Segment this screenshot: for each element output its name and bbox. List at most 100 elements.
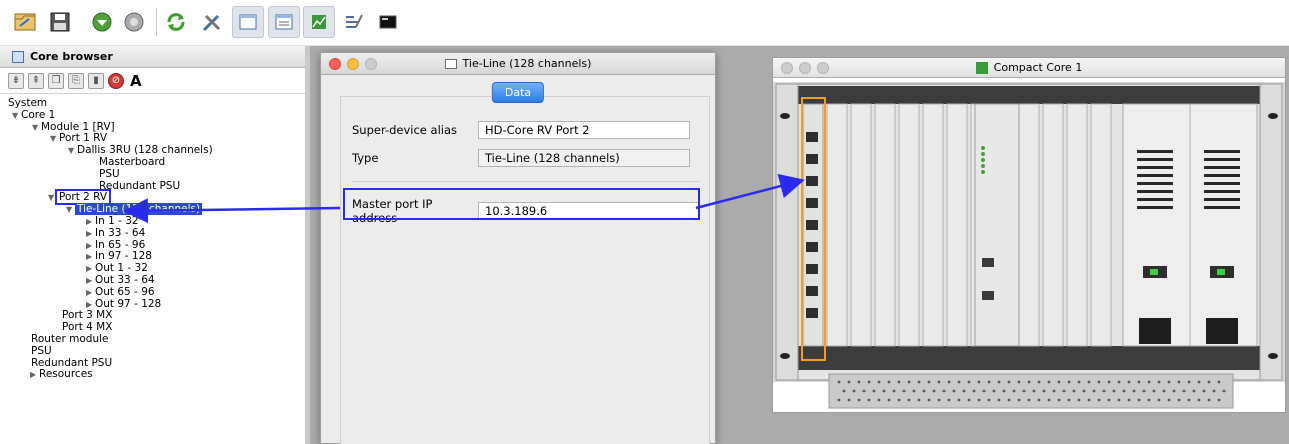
ip-highlight-box <box>343 188 700 220</box>
stop-icon[interactable]: ⊘ <box>108 72 124 89</box>
browser-toolbar: ⇟ ⇞ ❐ ⎘ ▮ ⊘ A <box>0 68 305 94</box>
disclosure-open-icon[interactable]: ▼ <box>48 192 57 204</box>
disclosure-closed-icon[interactable]: ▶ <box>86 263 95 275</box>
window-title: Compact Core 1 <box>993 61 1083 74</box>
tree-item-redundant-psu[interactable]: Redundant PSU <box>0 179 305 193</box>
type-row: Type Tie-Line (128 channels) <box>352 149 690 167</box>
tree-item-resources[interactable]: ▶ Resources <box>0 368 305 381</box>
tree-label: Out 1 - 32 <box>95 262 148 275</box>
core-browser-title: Core browser <box>30 50 113 63</box>
window-titlebar[interactable]: Compact Core 1 <box>773 58 1285 78</box>
tree-item-in65[interactable]: ▶ In 65 - 96 <box>0 238 305 252</box>
disclosure-open-icon[interactable]: ▼ <box>12 110 21 122</box>
type-label: Type <box>352 151 379 165</box>
device-tree: System ▼ Core 1 ▼ Module 1 [RV] ▼ Port 1 RV… <box>0 97 305 381</box>
close-icon[interactable] <box>781 62 793 74</box>
paste-icon[interactable]: ⎘ <box>68 72 84 89</box>
expand-all-icon[interactable]: ⇞ <box>28 72 44 89</box>
zoom-icon[interactable] <box>817 62 829 74</box>
open-icon[interactable] <box>10 6 42 38</box>
alias-row: Super-device alias HD-Core RV Port 2 <box>352 121 690 139</box>
tree-label: In 33 - 64 <box>95 226 146 239</box>
disclosure-open-icon[interactable]: ▼ <box>32 122 41 134</box>
tree-label: Redundant PSU <box>31 356 113 369</box>
disclosure-closed-icon[interactable]: ▶ <box>86 216 95 228</box>
alias-label: Super-device alias <box>352 123 458 137</box>
terminal-icon[interactable] <box>372 6 404 38</box>
tree-item-tieline[interactable]: ▼ Tie-Line (128 channels) <box>0 203 305 216</box>
disclosure-closed-icon[interactable]: ▶ <box>86 287 95 299</box>
tieline-window: Tie-Line (128 channels) Super-device ali… <box>320 52 716 444</box>
tree-label: Module 1 [RV] <box>41 120 115 133</box>
toolbar-separator <box>156 8 157 36</box>
disclosure-closed-icon[interactable]: ▶ <box>86 240 95 252</box>
tree-label: Core 1 <box>21 108 56 121</box>
tree-label: Out 33 - 64 <box>95 273 155 286</box>
trash-icon[interactable]: ▮ <box>88 72 104 89</box>
save-icon[interactable] <box>44 6 76 38</box>
tools-icon[interactable] <box>196 6 228 38</box>
chart-icon[interactable] <box>303 6 335 38</box>
text-icon[interactable] <box>338 6 370 38</box>
tree-label-highlighted: Port 2 RV <box>54 189 112 206</box>
tree-item-module1[interactable]: ▼ Module 1 [RV] <box>0 120 305 134</box>
tree-label: System <box>8 97 48 109</box>
browser-window-icon <box>12 50 24 63</box>
disclosure-open-icon[interactable]: ▼ <box>68 145 77 157</box>
zoom-icon[interactable] <box>365 58 377 70</box>
section-divider <box>352 181 700 182</box>
disclosure-closed-icon[interactable]: ▶ <box>86 275 95 287</box>
disclosure-closed-icon[interactable]: ▶ <box>86 228 95 240</box>
tree-label: Out 65 - 96 <box>95 285 155 298</box>
tree-label: PSU <box>31 344 52 357</box>
chart-icon <box>975 61 988 74</box>
copy-icon[interactable]: ❐ <box>48 72 64 89</box>
refresh-icon[interactable] <box>160 6 192 38</box>
type-field: Tie-Line (128 channels) <box>478 149 690 167</box>
tree-item-in1[interactable]: ▶ In 1 - 32 <box>0 214 305 228</box>
disclosure-open-icon[interactable]: ▼ <box>50 133 59 145</box>
tree-label: Redundant PSU <box>99 179 181 192</box>
collapse-all-icon[interactable]: ⇟ <box>8 72 24 89</box>
tree-label: Masterboard <box>99 155 166 168</box>
tab-data[interactable]: Data <box>491 82 545 103</box>
tree-label: Router module <box>31 332 109 345</box>
tree-label: Port 4 MX <box>62 321 113 334</box>
disclosure-closed-icon[interactable]: ▶ <box>30 369 39 381</box>
tree-item-in33[interactable]: ▶ In 33 - 64 <box>0 226 305 240</box>
tree-item-port3[interactable]: Port 3 MX <box>0 309 305 322</box>
window-title-wrap: Compact Core 1 <box>773 61 1285 74</box>
tree-label: Out 97 - 128 <box>95 297 162 310</box>
data-panel: Super-device alias HD-Core RV Port 2 Typ… <box>340 96 710 444</box>
window-title: Tie-Line (128 channels) <box>462 57 592 70</box>
tree-label: In 1 - 32 <box>95 214 139 227</box>
window-icon[interactable] <box>232 6 264 38</box>
window-titlebar[interactable]: Tie-Line (128 channels) <box>321 53 715 75</box>
tree-label: In 97 - 128 <box>95 250 152 263</box>
compact-core-window: Compact Core 1 <box>772 57 1286 413</box>
tree-label-selected: Tie-Line (128 channels) <box>75 203 203 216</box>
minimize-icon[interactable] <box>799 62 811 74</box>
close-icon[interactable] <box>329 58 341 70</box>
tree-label: Dallis 3RU (128 channels) <box>77 144 213 157</box>
window-title-wrap: Tie-Line (128 channels) <box>321 57 715 70</box>
minimize-icon[interactable] <box>347 58 359 70</box>
disclosure-open-icon[interactable]: ▼ <box>66 204 75 216</box>
tree-label: Port 3 MX <box>62 309 113 322</box>
tree-label: Port 1 RV <box>59 132 108 145</box>
core-browser-panel: Core browser ⇟ ⇞ ❐ ⎘ ▮ ⊘ A System ▼ Core … <box>0 46 305 444</box>
disclosure-closed-icon[interactable]: ▶ <box>86 251 95 263</box>
tree-item-out97[interactable]: ▶ Out 97 - 128 <box>0 297 305 311</box>
alias-field[interactable]: HD-Core RV Port 2 <box>478 121 690 139</box>
list-window-icon[interactable] <box>268 6 300 38</box>
download-icon[interactable] <box>86 6 118 38</box>
main-toolbar <box>0 0 1289 46</box>
rack-image <box>773 82 1285 409</box>
core-browser-header: Core browser <box>0 46 305 68</box>
font-icon[interactable]: A <box>130 72 142 90</box>
tree-item-masterboard[interactable]: Masterboard <box>0 155 305 169</box>
record-icon[interactable] <box>118 6 150 38</box>
panel-splitter[interactable] <box>305 46 310 444</box>
tree-item-in97[interactable]: ▶ In 97 - 128 <box>0 250 305 263</box>
tree-label: In 65 - 96 <box>95 238 146 251</box>
